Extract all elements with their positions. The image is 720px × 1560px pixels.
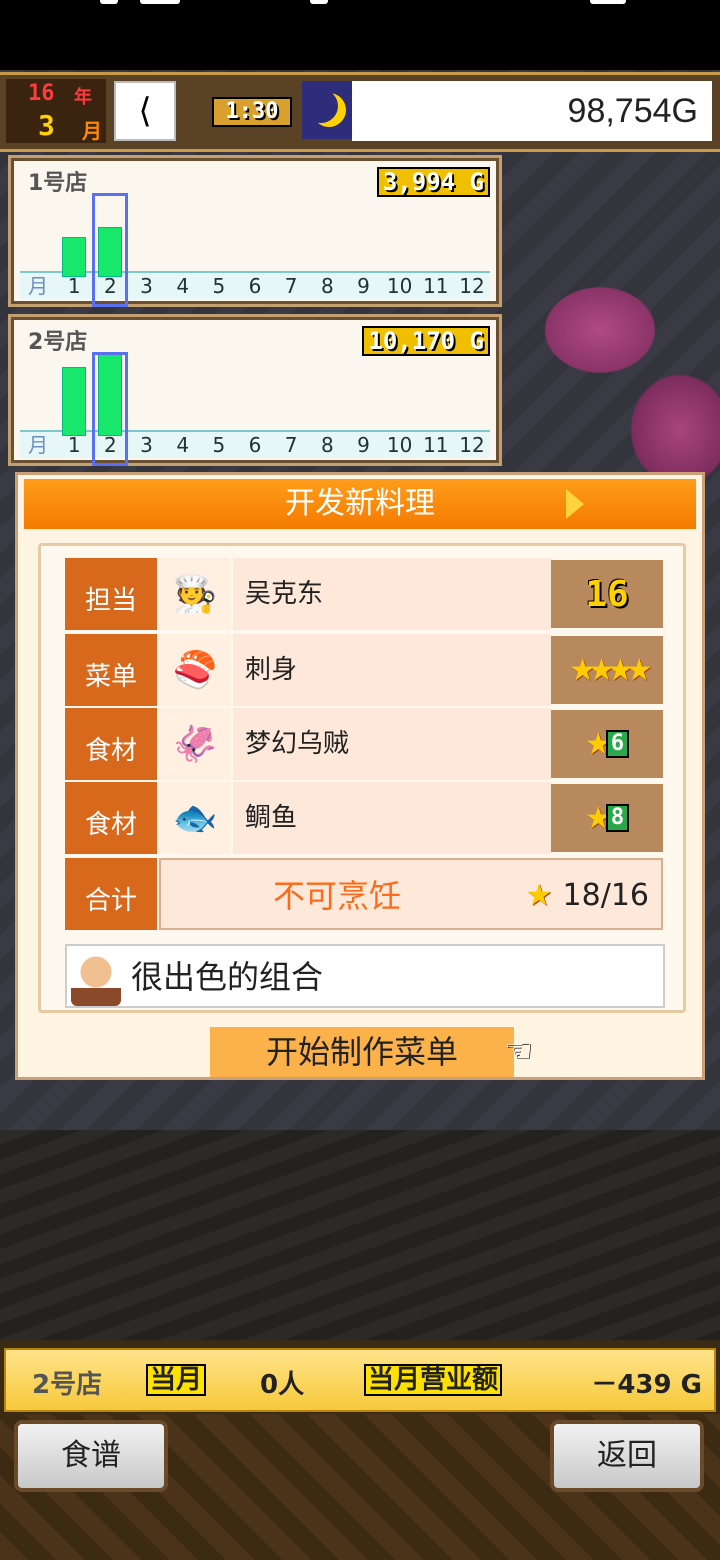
chef-level: 16 — [551, 560, 663, 628]
month-tick[interactable]: 3 — [128, 432, 164, 458]
game-time: 1:30 — [212, 97, 292, 127]
month-tick[interactable]: 4 — [165, 273, 201, 299]
month-tick[interactable]: 6 — [237, 273, 273, 299]
month-tick[interactable]: 11 — [418, 432, 454, 458]
recipe-button[interactable]: 食谱 — [14, 1420, 168, 1492]
store-monthly-info: 2号店 当月 0人 当月营业额 －439 G — [4, 1348, 716, 1412]
month-tick[interactable]: 8 — [309, 273, 345, 299]
assistant-avatar-icon — [71, 950, 121, 1006]
year-unit: 年 — [74, 87, 92, 108]
row-menu[interactable]: 菜单 🍣 刺身 ★★★★ — [65, 634, 663, 706]
selected-month-highlight[interactable] — [92, 352, 129, 466]
this-month-label: 当月 — [146, 1364, 207, 1396]
month-tick[interactable]: 11 — [418, 273, 454, 299]
month-tick[interactable]: 7 — [273, 273, 309, 299]
revenue-label: 当月营业额 — [364, 1364, 503, 1396]
month-tick[interactable]: 6 — [237, 432, 273, 458]
dialog-title: 开发新料理 — [24, 479, 696, 529]
date-display: 16 年 3 月 — [6, 79, 106, 143]
sales-bar — [62, 367, 87, 436]
star-icon: ★ — [584, 726, 612, 762]
row-label: 担当 — [65, 558, 157, 630]
month-axis-label: 月 — [28, 274, 49, 298]
chef-level-value: 16 — [585, 573, 629, 615]
month-tick[interactable]: 10 — [382, 273, 418, 299]
row-label: 菜单 — [65, 634, 157, 706]
clock-icon: ⟨ — [114, 81, 176, 141]
sashimi-dish-icon: 🍣 — [159, 634, 231, 706]
sea-bream-icon: 🐟 — [159, 782, 231, 854]
month-number: 3 — [38, 109, 55, 142]
total-score: ★ 18/16 — [526, 860, 649, 932]
customer-count: 0人 — [260, 1370, 305, 1400]
squid-icon: 🦑 — [159, 708, 231, 780]
store-2-panel[interactable]: 2号店 10,170 G 月 1 2 3 4 5 6 7 8 9 10 11 12 — [8, 314, 502, 466]
month-tick[interactable]: 5 — [201, 273, 237, 299]
menu-stars: ★★★★ — [569, 652, 653, 688]
selected-month-highlight[interactable] — [92, 193, 129, 307]
ingredient-rating: ★ 8 — [551, 784, 663, 852]
develop-dish-dialog: 开发新料理 担当 🧑‍🍳 吴克东 16 菜单 🍣 刺身 ★★★★ 食材 🦑 梦幻… — [15, 472, 705, 1080]
month-tick[interactable]: 3 — [128, 273, 164, 299]
month-tick[interactable]: 12 — [454, 273, 490, 299]
store-sales: 3,994 G — [376, 167, 490, 197]
month-tick[interactable]: 4 — [165, 432, 201, 458]
ingredient-name: 鲷鱼 — [233, 782, 551, 854]
current-store: 2号店 — [32, 1370, 103, 1400]
month-unit: 月 — [82, 119, 102, 143]
money-display: 98,754G — [352, 81, 712, 141]
month-tick[interactable]: 12 — [454, 432, 490, 458]
store-name: 1号店 — [28, 171, 88, 196]
chef-portrait-icon: 🧑‍🍳 — [159, 558, 231, 630]
month-tick[interactable]: 7 — [273, 432, 309, 458]
row-total: 合计 不可烹饪 ★ 18/16 — [65, 858, 663, 930]
total-summary: 不可烹饪 ★ 18/16 — [159, 858, 663, 930]
month-axis-label: 月 — [28, 433, 49, 457]
street — [0, 1130, 720, 1350]
moon-icon — [302, 81, 352, 139]
top-hud: 16 年 3 月 ⟨ 1:30 98,754G — [0, 72, 720, 152]
revenue-value: －439 G — [591, 1370, 702, 1400]
next-arrow-icon[interactable] — [566, 489, 584, 519]
ingredient-rating: ★ 6 — [551, 710, 663, 778]
ingredient-score: 8 — [605, 804, 630, 832]
row-ingredient-1[interactable]: 食材 🦑 梦幻乌贼 ★ 6 — [65, 708, 663, 780]
row-label: 合计 — [65, 858, 157, 930]
back-button[interactable]: 返回 — [550, 1420, 704, 1492]
row-label: 食材 — [65, 708, 157, 780]
row-chef[interactable]: 担当 🧑‍🍳 吴克东 16 — [65, 558, 663, 630]
star-icon: ★ — [584, 800, 612, 836]
dialog-title-text: 开发新料理 — [285, 486, 435, 521]
cook-status: 不可烹饪 — [273, 877, 402, 915]
sales-bar — [62, 237, 87, 277]
month-tick[interactable]: 10 — [382, 432, 418, 458]
menu-rating: ★★★★ — [551, 636, 663, 704]
score-value: 18/16 — [562, 878, 649, 913]
month-tick[interactable]: 8 — [309, 432, 345, 458]
star-icon: ★ — [525, 878, 553, 913]
row-ingredient-2[interactable]: 食材 🐟 鲷鱼 ★ 8 — [65, 782, 663, 854]
month-tick[interactable]: 9 — [345, 432, 381, 458]
store-1-panel[interactable]: 1号店 3,994 G 月 1 2 3 4 5 6 7 8 9 10 11 12 — [8, 155, 502, 307]
year-number: 16 — [28, 81, 55, 106]
comment-text: 很出色的组合 — [131, 958, 324, 996]
month-tick[interactable]: 9 — [345, 273, 381, 299]
month-axis: 月 1 2 3 4 5 6 7 8 9 10 11 12 — [20, 430, 490, 458]
assistant-comment: 很出色的组合 — [65, 944, 665, 1008]
start-create-menu-button[interactable]: 开始制作菜单 — [210, 1027, 514, 1077]
recipe-card: 担当 🧑‍🍳 吴克东 16 菜单 🍣 刺身 ★★★★ 食材 🦑 梦幻乌贼 ★ 6… — [38, 543, 686, 1013]
status-bar — [0, 0, 720, 70]
month-axis: 月 1 2 3 4 5 6 7 8 9 10 11 12 — [20, 271, 490, 299]
chef-name: 吴克东 — [233, 558, 551, 630]
menu-name: 刺身 — [233, 634, 551, 706]
month-tick[interactable]: 5 — [201, 432, 237, 458]
pointing-hand-icon: ☜ — [504, 1031, 533, 1069]
row-label: 食材 — [65, 782, 157, 854]
store-sales: 10,170 G — [362, 326, 490, 356]
store-name: 2号店 — [28, 330, 88, 355]
ingredient-name: 梦幻乌贼 — [233, 708, 551, 780]
ingredient-score: 6 — [605, 730, 630, 758]
